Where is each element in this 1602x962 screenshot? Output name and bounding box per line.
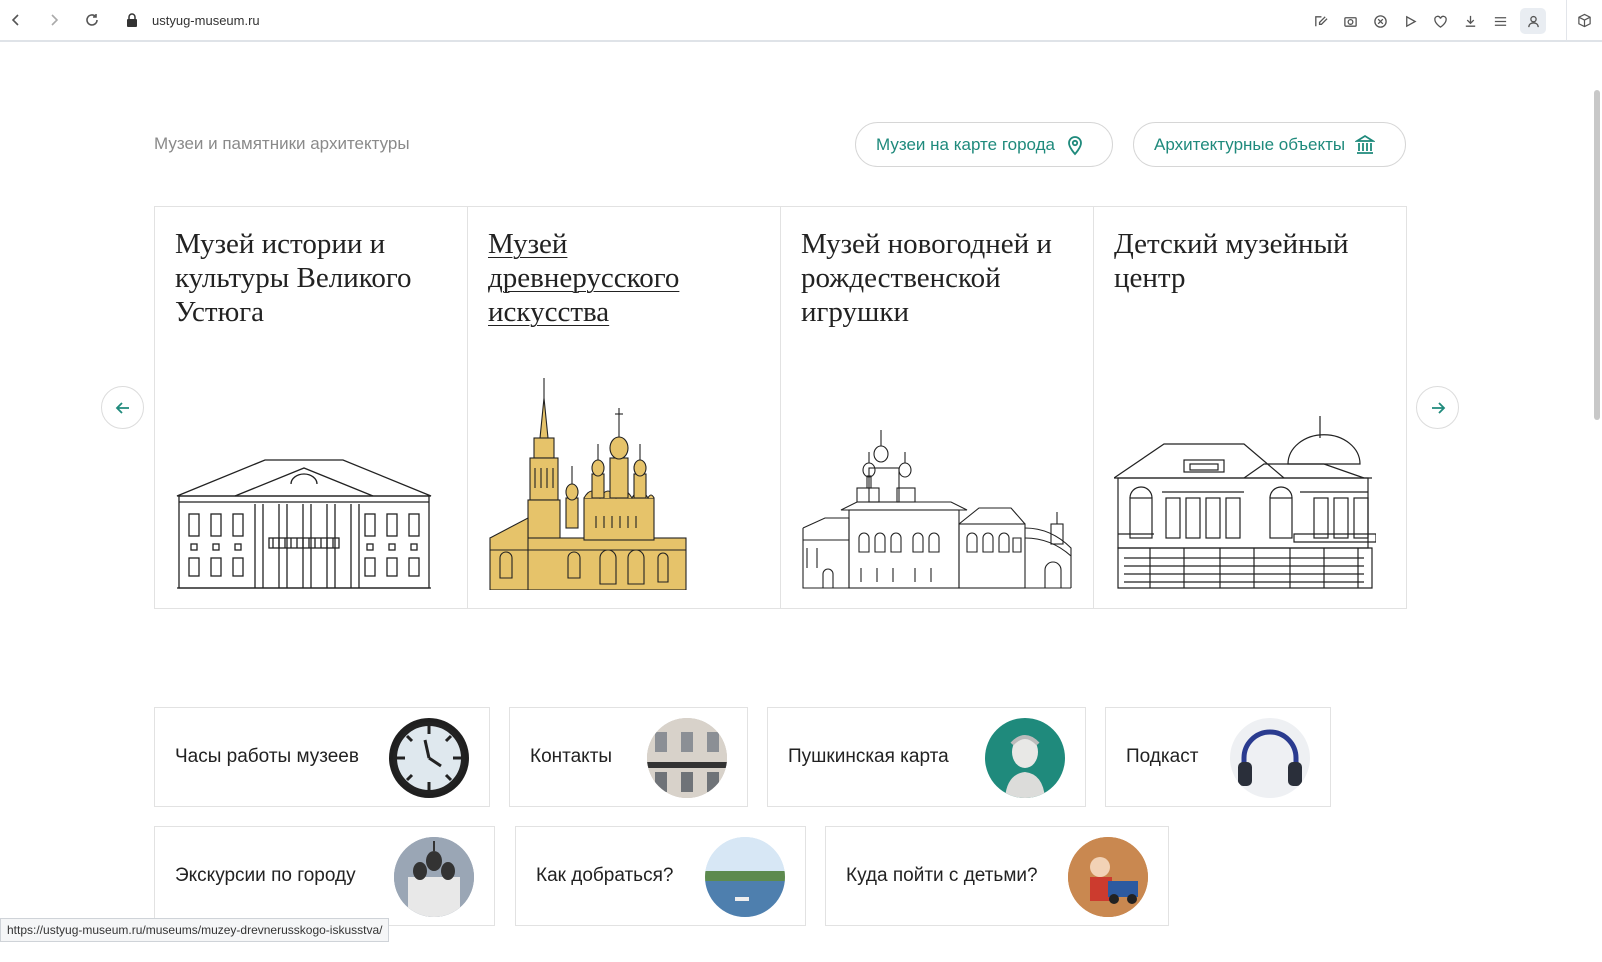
pushkin-bust-image	[985, 718, 1065, 798]
child-toys-image	[1068, 837, 1148, 917]
architecture-label: Архитектурные объекты	[1154, 134, 1346, 154]
tile-label: Контакты	[530, 746, 613, 767]
block-icon[interactable]	[1370, 10, 1390, 32]
extensions-icon[interactable]	[1566, 0, 1602, 40]
museum-card-toys[interactable]: Музей новогодней и рождественской игрушк…	[781, 207, 1094, 608]
edit-icon[interactable]	[1310, 10, 1330, 32]
card-title: Музей древнерусского искусства	[488, 228, 680, 328]
card-title: Детский музейный центр	[1114, 228, 1349, 294]
tile-with-children[interactable]: Куда пойти с детьми?	[825, 826, 1169, 926]
tile-contacts[interactable]: Контакты	[509, 707, 748, 807]
back-icon[interactable]	[4, 8, 28, 32]
scroll-thumb[interactable]	[1594, 90, 1600, 420]
tile-label: Часы работы музеев	[175, 746, 359, 767]
tile-how-to-get[interactable]: Как добраться?	[515, 826, 806, 926]
tile-label: Куда пойти с детьми?	[846, 865, 1038, 886]
lock-icon	[127, 13, 137, 27]
museum-cards: Музей истории и культуры Великого Устюга	[154, 206, 1407, 609]
camera-icon[interactable]	[1340, 10, 1360, 32]
tile-opening-hours[interactable]: Часы работы музеев	[154, 707, 490, 807]
forward-icon[interactable]	[42, 8, 66, 32]
download-icon[interactable]	[1460, 10, 1480, 32]
profile-icon[interactable]	[1520, 8, 1546, 34]
carousel-next-button[interactable]	[1416, 386, 1459, 429]
tile-city-tours[interactable]: Экскурсии по городу	[154, 826, 495, 926]
heart-icon[interactable]	[1430, 10, 1450, 32]
river-image	[705, 837, 785, 917]
museums-map-label: Музеи на карте города	[876, 134, 1056, 154]
museum-card-ancient-art[interactable]: Музей древнерусского искусства	[468, 207, 781, 608]
museum-building-illustration	[176, 459, 432, 589]
museums-map-button[interactable]: Музеи на карте города	[855, 122, 1113, 167]
scrollbar[interactable]	[1568, 42, 1602, 962]
church-illustration	[489, 378, 687, 590]
tile-label: Подкаст	[1126, 746, 1199, 767]
tile-podcast[interactable]: Подкаст	[1105, 707, 1331, 807]
museum-card-history[interactable]: Музей истории и культуры Великого Устюга	[155, 207, 468, 608]
tile-pushkin-card[interactable]: Пушкинская карта	[767, 707, 1086, 807]
architecture-button[interactable]: Архитектурные объекты	[1133, 122, 1406, 167]
church-domes-image	[394, 837, 474, 917]
section-title: Музеи и памятники архитектуры	[154, 134, 410, 153]
browser-toolbar: ustyug-museum.ru	[0, 0, 1602, 42]
menu-icon[interactable]	[1490, 10, 1510, 32]
headphones-image	[1230, 718, 1310, 798]
address-bar[interactable]: ustyug-museum.ru	[126, 13, 260, 28]
tile-label: Как добраться?	[536, 865, 674, 886]
play-icon[interactable]	[1400, 10, 1420, 32]
museum-card-children[interactable]: Детский музейный центр	[1094, 207, 1406, 608]
arrow-left-icon	[115, 401, 129, 414]
building-facade-image	[647, 718, 727, 798]
carousel-prev-button[interactable]	[101, 386, 144, 429]
url-text: ustyug-museum.ru	[152, 12, 260, 28]
tile-label: Пушкинская карта	[788, 746, 949, 767]
toy-museum-building-illustration	[802, 430, 1072, 589]
tile-label: Экскурсии по городу	[175, 865, 356, 886]
card-title: Музей истории и культуры Великого Устюга	[175, 228, 412, 328]
building-icon	[1355, 134, 1376, 154]
reload-icon[interactable]	[80, 8, 104, 32]
clock-image	[389, 718, 469, 798]
map-pin-icon	[1068, 135, 1082, 155]
card-title: Музей новогодней и рождественской игрушк…	[801, 228, 1052, 328]
arrow-right-icon	[1431, 401, 1445, 414]
status-bar-url: https://ustyug-museum.ru/museums/muzey-d…	[0, 918, 390, 942]
children-center-building-illustration	[1114, 416, 1376, 589]
